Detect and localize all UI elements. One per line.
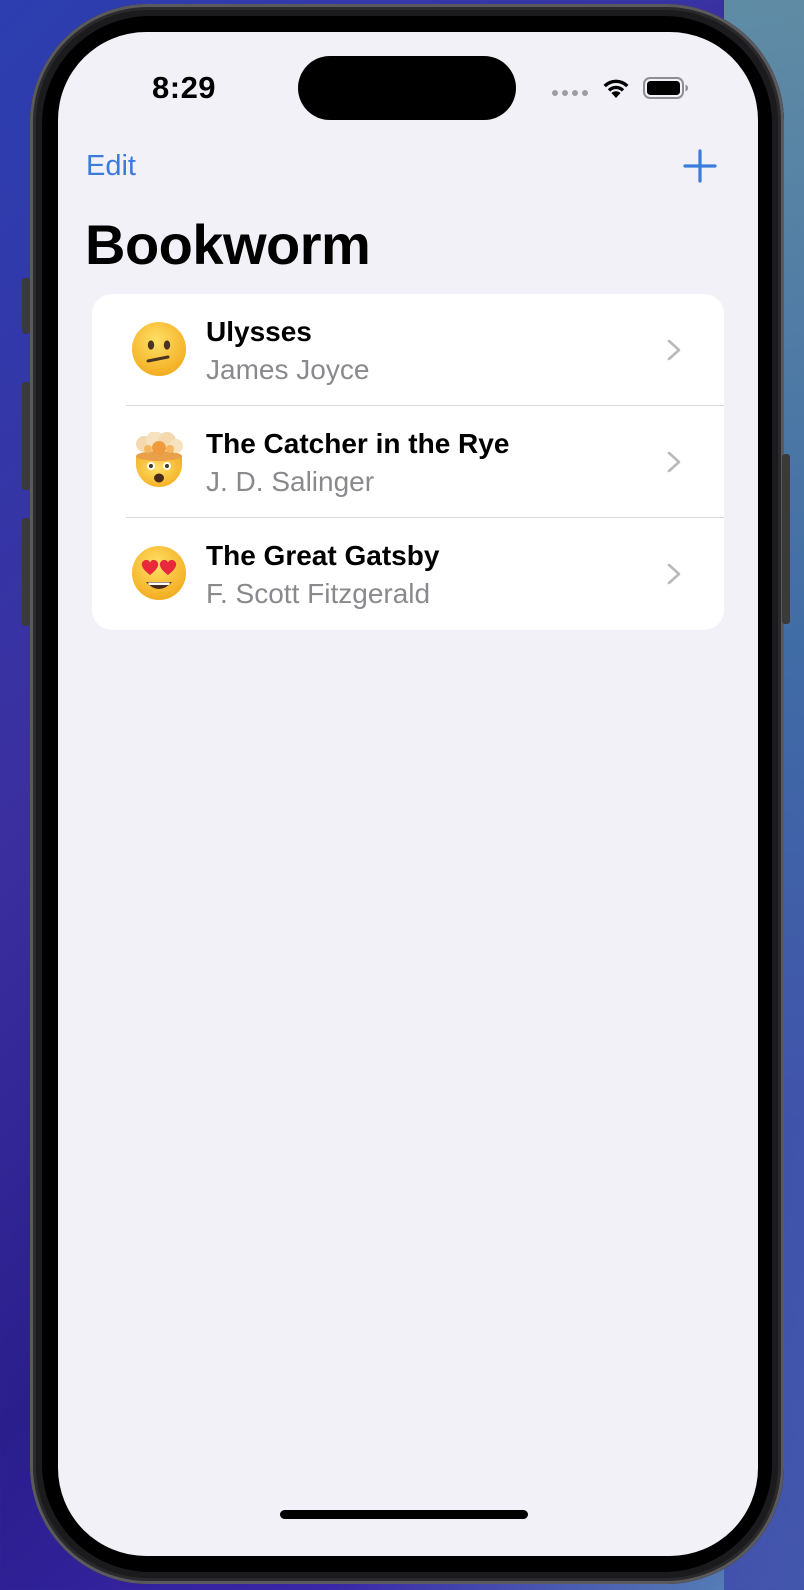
book-title: The Catcher in the Rye (206, 428, 510, 459)
plus-icon[interactable] (682, 148, 718, 184)
chevron-right-icon (667, 339, 681, 361)
book-row[interactable]: The Catcher in the Rye J. D. Salinger (92, 406, 724, 518)
exploding-head-icon (136, 432, 183, 487)
edit-button[interactable]: Edit (86, 150, 136, 183)
book-row[interactable]: The Great Gatsby F. Scott Fitzgerald (92, 518, 724, 630)
volume-up-button (22, 382, 30, 490)
chevron-right-icon (667, 451, 681, 473)
book-text: The Catcher in the Rye J. D. Salinger (206, 426, 509, 502)
cellular-signal-icon (552, 90, 588, 96)
chevron-right-icon (667, 563, 681, 585)
book-author: F. Scott Fitzgerald (206, 578, 431, 609)
book-title: Ulysses (206, 316, 312, 347)
book-row[interactable]: Ulysses James Joyce (92, 294, 724, 406)
action-button (22, 278, 30, 334)
book-text: Ulysses James Joyce (206, 314, 369, 390)
page-title: Bookworm (85, 213, 371, 276)
status-bar: 8:29 (58, 32, 758, 132)
battery-icon (643, 77, 688, 99)
book-list: Ulysses James Joyce The Catcher in the R… (92, 294, 724, 630)
volume-down-button (22, 518, 30, 626)
book-author: James Joyce (206, 354, 370, 385)
dynamic-island (298, 56, 516, 120)
power-button (782, 454, 790, 624)
book-text: The Great Gatsby F. Scott Fitzgerald (206, 538, 439, 614)
book-author: J. D. Salinger (206, 466, 375, 497)
book-title: The Great Gatsby (206, 540, 440, 571)
app-screen: 8:29 Edit Bookworm Ulysses James Joyce T… (58, 32, 758, 1556)
wifi-icon (603, 79, 629, 98)
status-time: 8:29 (152, 70, 217, 105)
heart-eyes-face-icon (132, 546, 186, 600)
neutral-face-icon (132, 322, 186, 376)
home-indicator[interactable] (280, 1510, 528, 1519)
